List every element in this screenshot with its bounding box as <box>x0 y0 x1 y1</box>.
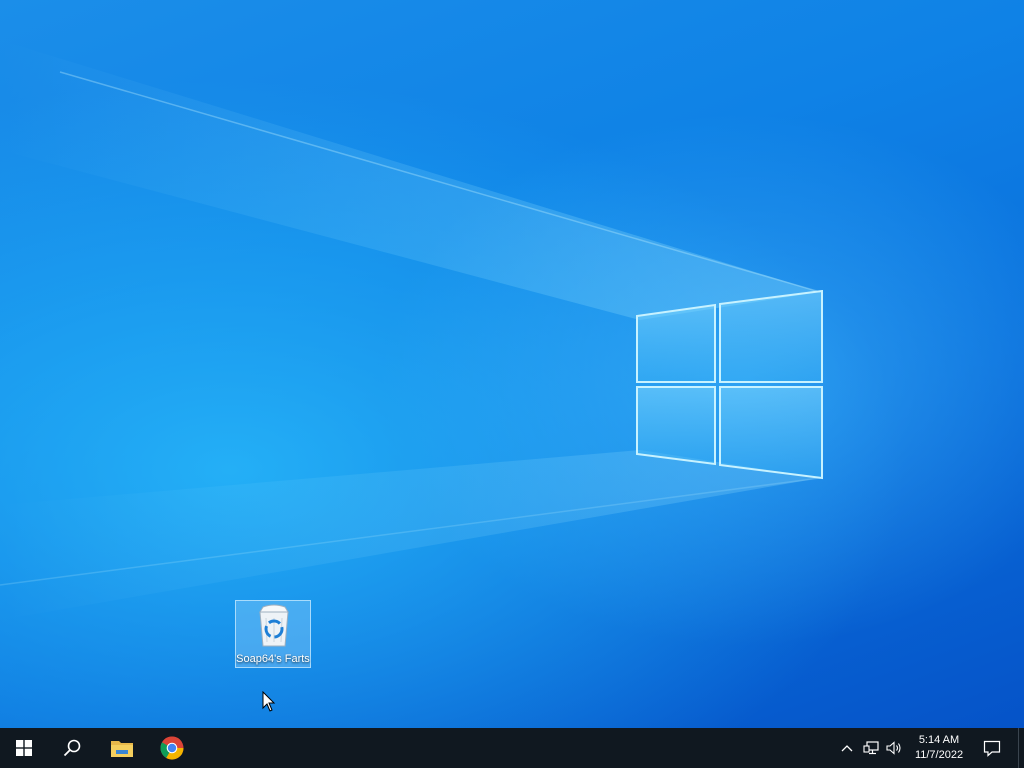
network-button[interactable] <box>860 728 882 768</box>
taskbar-clock[interactable]: 5:14 AM 11/7/2022 <box>906 728 972 768</box>
desktop-icon-recycle-bin[interactable]: Soap64's Farts <box>235 600 311 668</box>
action-center-icon <box>983 740 1001 757</box>
desktop-icon-label: Soap64's Farts <box>236 653 310 665</box>
clock-time: 5:14 AM <box>918 734 960 746</box>
action-center-button[interactable] <box>978 728 1006 768</box>
desktop-wallpaper[interactable]: Soap64's Farts <box>0 0 1024 728</box>
windows-start-icon <box>16 740 32 756</box>
windows-logo-wallpaper <box>636 290 823 480</box>
start-button[interactable] <box>0 728 48 768</box>
recycle-bin-icon <box>259 604 289 647</box>
taskbar: 5:14 AM 11/7/2022 <box>0 728 1024 768</box>
mouse-cursor-icon <box>262 691 276 712</box>
show-hidden-icons-button[interactable] <box>836 728 858 768</box>
show-desktop-button[interactable] <box>1018 728 1024 768</box>
chrome-button[interactable] <box>148 728 196 768</box>
network-icon <box>863 741 879 755</box>
file-explorer-button[interactable] <box>98 728 146 768</box>
search-button[interactable] <box>48 728 96 768</box>
chrome-icon <box>160 736 184 760</box>
volume-button[interactable] <box>883 728 905 768</box>
wallpaper-light-beams <box>0 40 821 620</box>
volume-icon <box>886 741 901 755</box>
search-icon <box>63 739 81 757</box>
file-explorer-icon <box>111 741 133 757</box>
chevron-up-icon <box>841 745 853 752</box>
clock-date: 11/7/2022 <box>914 749 964 761</box>
